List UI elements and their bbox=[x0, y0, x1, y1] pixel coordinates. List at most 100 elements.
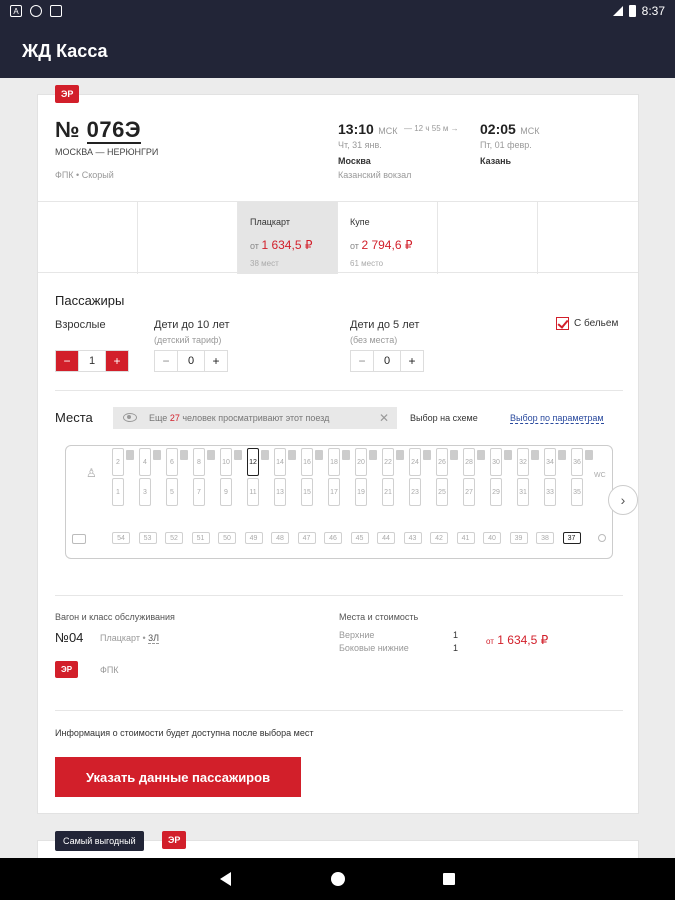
kids10-sub: (детский тариф) bbox=[154, 335, 222, 345]
seat-8[interactable]: 8 bbox=[193, 448, 205, 476]
exit-icon bbox=[598, 534, 606, 542]
class-tab-platskart[interactable]: Плацкарт от 1 634,5 ₽ 38 мест bbox=[238, 202, 338, 274]
side-seat-44[interactable]: 44 bbox=[377, 532, 395, 544]
linen-checkbox[interactable] bbox=[556, 317, 569, 330]
seat-27[interactable]: 27 bbox=[463, 478, 475, 506]
plus-button[interactable]: + bbox=[106, 351, 128, 371]
seat-25[interactable]: 25 bbox=[436, 478, 448, 506]
berth-pillow bbox=[558, 450, 566, 460]
side-seat-46[interactable]: 46 bbox=[324, 532, 342, 544]
selected-price: от 1 634,5 ₽ bbox=[486, 633, 548, 647]
seat-3[interactable]: 3 bbox=[139, 478, 151, 506]
seat-17[interactable]: 17 bbox=[328, 478, 340, 506]
params-option[interactable]: Выбор по параметрам bbox=[510, 413, 604, 424]
minus-button[interactable]: − bbox=[351, 351, 373, 371]
carrier: ФПК bbox=[100, 665, 119, 675]
eye-icon bbox=[123, 413, 137, 422]
seat-19[interactable]: 19 bbox=[355, 478, 367, 506]
minus-button[interactable]: − bbox=[155, 351, 177, 371]
train-number[interactable]: № 076Э bbox=[55, 117, 142, 144]
recents-icon[interactable] bbox=[443, 873, 455, 885]
seat-29[interactable]: 29 bbox=[490, 478, 502, 506]
departure: 13:10 МСК bbox=[338, 121, 398, 139]
side-seat-54[interactable]: 54 bbox=[112, 532, 130, 544]
seat-14[interactable]: 14 bbox=[274, 448, 286, 476]
seat-9[interactable]: 9 bbox=[220, 478, 232, 506]
seat-11[interactable]: 11 bbox=[247, 478, 259, 506]
kids5-label: Дети до 5 лет bbox=[350, 319, 420, 331]
seat-28[interactable]: 28 bbox=[463, 448, 475, 476]
class-name: Купе bbox=[350, 217, 370, 227]
side-seat-39[interactable]: 39 bbox=[509, 532, 528, 544]
side-seat-47[interactable]: 47 bbox=[297, 532, 316, 544]
seat-5[interactable]: 5 bbox=[166, 478, 178, 506]
minus-button[interactable]: − bbox=[56, 351, 78, 371]
side-seat-50[interactable]: 50 bbox=[218, 532, 236, 544]
price-prefix: от bbox=[486, 637, 494, 646]
seat-30[interactable]: 30 bbox=[490, 448, 502, 476]
side-seat-51[interactable]: 51 bbox=[191, 532, 210, 544]
plus-button[interactable]: + bbox=[401, 351, 423, 371]
seat-23[interactable]: 23 bbox=[409, 478, 421, 506]
seat-16[interactable]: 16 bbox=[301, 448, 313, 476]
seat-36[interactable]: 36 bbox=[571, 448, 583, 476]
seat-22[interactable]: 22 bbox=[382, 448, 394, 476]
number-prefix: № bbox=[55, 117, 81, 142]
seat-24[interactable]: 24 bbox=[409, 448, 421, 476]
luggage-icon bbox=[72, 534, 86, 544]
plus-button[interactable]: + bbox=[205, 351, 227, 371]
seat-31[interactable]: 31 bbox=[517, 478, 529, 506]
arrive-date: Пт, 01 февр. bbox=[480, 140, 532, 150]
seat-4[interactable]: 4 bbox=[139, 448, 151, 476]
side-seat-45[interactable]: 45 bbox=[350, 532, 369, 544]
duration: 12 ч 55 м bbox=[414, 124, 449, 133]
seat-1[interactable]: 1 bbox=[112, 478, 124, 506]
seat-15[interactable]: 15 bbox=[301, 478, 313, 506]
berth-pillow bbox=[342, 450, 350, 460]
side-seat-41[interactable]: 41 bbox=[456, 532, 475, 544]
seat-18[interactable]: 18 bbox=[328, 448, 340, 476]
seat-21[interactable]: 21 bbox=[382, 478, 394, 506]
side-seat-52[interactable]: 52 bbox=[165, 532, 183, 544]
close-icon[interactable]: ✕ bbox=[379, 411, 389, 425]
seat-7[interactable]: 7 bbox=[193, 478, 205, 506]
side-seat-40[interactable]: 40 bbox=[483, 532, 501, 544]
linen-option[interactable]: С бельем bbox=[556, 317, 618, 330]
berth-pillow bbox=[369, 450, 377, 460]
wc-label: WC bbox=[594, 472, 606, 479]
seat-33[interactable]: 33 bbox=[544, 478, 556, 506]
divider bbox=[55, 390, 623, 391]
adults-value: 1 bbox=[78, 351, 106, 371]
scheme-option[interactable]: Выбор на схеме bbox=[410, 413, 478, 423]
next-arrow-button[interactable]: › bbox=[608, 485, 638, 515]
seat-6[interactable]: 6 bbox=[166, 448, 178, 476]
class-seats: 38 мест bbox=[250, 259, 279, 268]
side-seat-49[interactable]: 49 bbox=[244, 532, 263, 544]
seat-26[interactable]: 26 bbox=[436, 448, 448, 476]
seat-32[interactable]: 32 bbox=[517, 448, 529, 476]
seat-13[interactable]: 13 bbox=[274, 478, 286, 506]
back-icon[interactable] bbox=[220, 872, 231, 886]
side-seat-42[interactable]: 42 bbox=[430, 532, 448, 544]
seat-10[interactable]: 10 bbox=[220, 448, 232, 476]
seat-34[interactable]: 34 bbox=[544, 448, 556, 476]
home-icon[interactable] bbox=[331, 872, 345, 886]
berth-pillow bbox=[585, 450, 593, 460]
seat-2[interactable]: 2 bbox=[112, 448, 124, 476]
wagon-scheme: ♙ WC 2 1 4 3 6 5 8 7 10 9 12 11 14 13 16 15 18 17 20 19 22 21… bbox=[65, 445, 613, 559]
seat-12[interactable]: 12 bbox=[247, 448, 259, 476]
seat-35[interactable]: 35 bbox=[571, 478, 583, 506]
side-seat-53[interactable]: 53 bbox=[138, 532, 157, 544]
class-tab-kupe[interactable]: Купе от 2 794,6 ₽ 61 место bbox=[338, 202, 438, 274]
arrival: 02:05 МСК bbox=[480, 121, 540, 139]
side-seat-38[interactable]: 38 bbox=[536, 532, 554, 544]
side-seat-37[interactable]: 37 bbox=[562, 532, 581, 544]
price-value: 2 794,6 ₽ bbox=[361, 238, 413, 252]
seat-20[interactable]: 20 bbox=[355, 448, 367, 476]
side-seat-43[interactable]: 43 bbox=[403, 532, 422, 544]
wagon-sub[interactable]: 3Л bbox=[148, 633, 160, 644]
side-seat-48[interactable]: 48 bbox=[271, 532, 289, 544]
enter-passengers-button[interactable]: Указать данные пассажиров bbox=[55, 757, 301, 797]
berth-pillow bbox=[261, 450, 269, 460]
er-badge: ЭР bbox=[162, 831, 187, 849]
